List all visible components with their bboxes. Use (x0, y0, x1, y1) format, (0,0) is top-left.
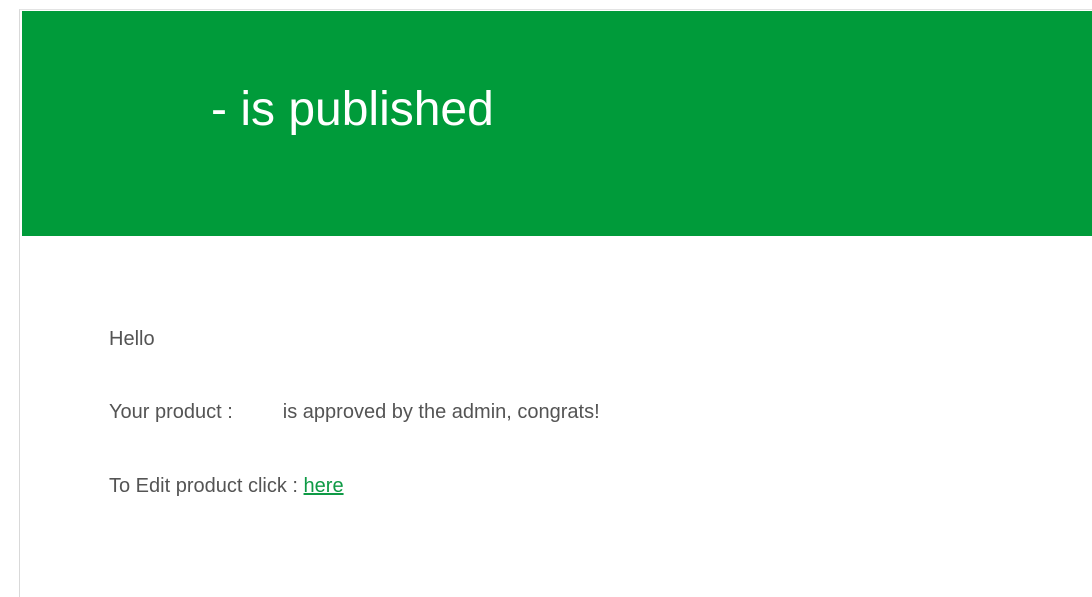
edit-product-link[interactable]: here (304, 475, 344, 497)
header-title: - is published (211, 83, 494, 136)
edit-product-line: To Edit product click : here (109, 474, 344, 498)
greeting-text: Hello (109, 328, 155, 350)
product-approval-line: Your product : is approved by the admin, … (109, 400, 600, 424)
header-banner: - is published (22, 11, 1092, 236)
edit-prefix: To Edit product click : (109, 475, 298, 497)
product-prefix: Your product : (109, 401, 233, 423)
email-body: - is published Hello Your product : is ap… (19, 9, 1092, 597)
product-suffix: is approved by the admin, congrats! (282, 401, 600, 423)
